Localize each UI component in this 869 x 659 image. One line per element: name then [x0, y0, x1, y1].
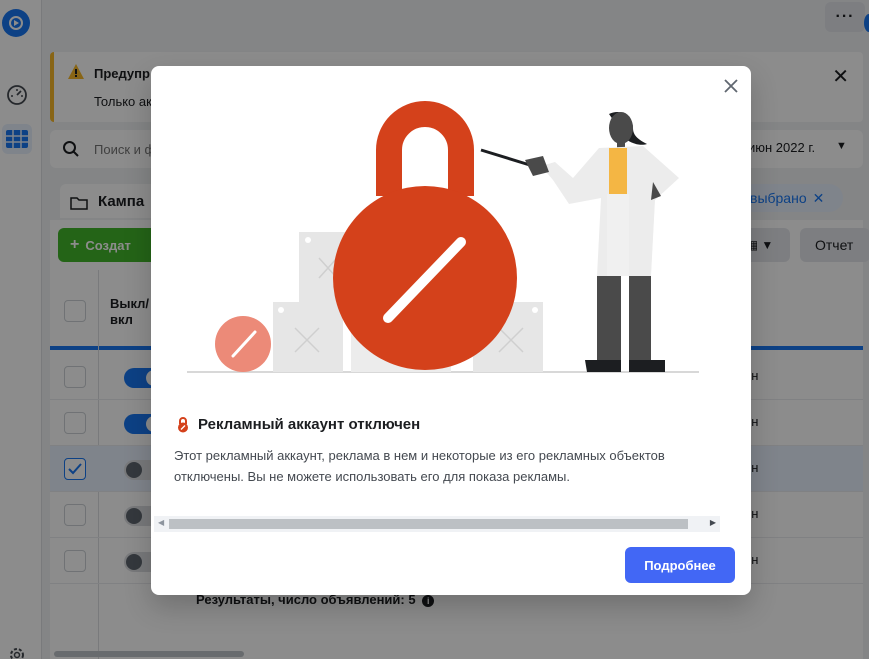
scroll-left-icon[interactable]: ◀ [158, 518, 164, 527]
dialog-body-text: Этот рекламный аккаунт, реклама в нем и … [174, 448, 665, 484]
disabled-account-illustration [187, 101, 699, 373]
dialog-title: Рекламный аккаунт отключен [198, 416, 421, 433]
dialog-scrollbar[interactable]: ◀ ▶ [154, 516, 720, 532]
scrollbar-thumb[interactable] [169, 519, 688, 529]
account-disabled-dialog: Рекламный аккаунт отключен Этот рекламны… [151, 66, 751, 595]
dialog-heading: Рекламный аккаунт отключен [176, 416, 420, 433]
scroll-right-icon[interactable]: ▶ [710, 518, 716, 527]
lock-icon [178, 416, 188, 432]
learn-more-button[interactable]: Подробнее [625, 547, 735, 583]
close-icon[interactable] [721, 76, 741, 96]
